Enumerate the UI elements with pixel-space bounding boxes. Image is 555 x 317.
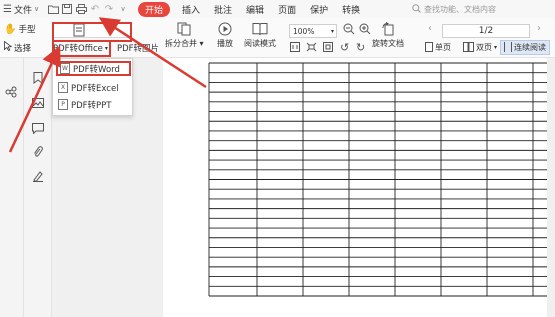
read-mode-button[interactable]: 阅读模式	[244, 22, 276, 49]
select-tool-label: 选择	[14, 43, 32, 54]
bookmark-icon[interactable]	[30, 70, 46, 86]
save-icon[interactable]	[60, 2, 74, 16]
open-folder-icon[interactable]	[46, 2, 60, 16]
document-page	[163, 58, 548, 317]
play-button[interactable]: 播放	[217, 22, 233, 49]
prev-page-icon[interactable]: ‹	[428, 23, 432, 34]
book-icon	[252, 23, 268, 36]
pdf-to-word-item[interactable]: W PDF转Word	[56, 61, 131, 76]
tab-convert[interactable]: 转换	[342, 3, 360, 16]
continuous-read-label: 连续阅读	[514, 43, 546, 52]
double-page-label: 双页	[476, 43, 492, 52]
select-tool-button[interactable]: 选择	[4, 40, 32, 54]
split-merge-icon	[177, 22, 191, 36]
comment-icon[interactable]	[30, 120, 46, 136]
print-icon[interactable]	[74, 2, 88, 16]
pdf-to-excel-item[interactable]: X PDF转Excel	[56, 80, 131, 95]
tab-protect[interactable]: 保护	[310, 3, 328, 16]
signature-icon[interactable]	[30, 168, 46, 184]
continuous-read-toggle[interactable]: 连续阅读	[500, 40, 550, 55]
single-page-icon	[425, 41, 433, 54]
pdf-to-office-dropdown: W PDF转Word X PDF转Excel P PDF转PPT	[52, 58, 133, 116]
split-merge-label: 拆分合并	[165, 39, 197, 48]
rotate-doc-label: 旋转文档	[372, 39, 404, 48]
caret-down-icon: ▾	[330, 27, 334, 35]
zoom-out-icon[interactable]	[343, 23, 355, 35]
search-placeholder: 查找功能、文档内容	[424, 4, 496, 14]
tab-annotate[interactable]: 批注	[214, 3, 232, 16]
rotate-right-icon[interactable]: ↻	[356, 41, 365, 54]
menu-bar: ☰ 文件 ∨ ↶ ↷ ∨ 开始 插入 批注 编辑 页面 保护 转换 查找功能、文…	[0, 0, 555, 18]
hand-tool-label: 手型	[18, 25, 36, 35]
play-label: 播放	[217, 39, 233, 48]
vertical-scrollbar[interactable]	[547, 58, 555, 317]
page-number-input[interactable]: 1/2	[442, 24, 530, 38]
highlight-convert-icon-box	[52, 22, 132, 42]
play-icon	[218, 22, 232, 36]
excel-doc-icon: X	[58, 82, 68, 93]
zoom-in-icon[interactable]	[359, 23, 371, 35]
rotate-doc-icon	[381, 22, 393, 36]
zoom-select[interactable]: 100% ▾	[289, 24, 337, 38]
tab-start[interactable]: 开始	[138, 1, 171, 17]
highlight-pdf-to-office-box	[52, 40, 111, 57]
table-grid	[208, 62, 548, 297]
split-merge-button[interactable]: 拆分合并 ▾	[165, 22, 204, 49]
pdf-to-image-label: PDF转图片	[117, 44, 160, 54]
double-page-icon	[463, 41, 474, 54]
cursor-icon	[4, 40, 13, 54]
left-side-panel	[24, 58, 52, 317]
rotate-left-icon[interactable]: ↺	[340, 41, 349, 54]
search-icon	[412, 3, 421, 15]
pdf-to-excel-label: PDF转Excel	[71, 83, 119, 94]
continuous-read-icon	[504, 41, 512, 54]
share-icon[interactable]	[3, 84, 19, 100]
attachment-icon[interactable]	[30, 144, 46, 160]
single-page-toggle[interactable]: 单页	[422, 40, 454, 55]
file-menu-label: 文件	[13, 5, 32, 16]
caret-down-icon: ▾	[494, 44, 498, 51]
double-page-toggle[interactable]: 双页 ▾	[460, 40, 500, 55]
hamburger-icon: ☰	[3, 3, 12, 15]
page-indicator: 1/2	[478, 26, 494, 36]
rotate-doc-button[interactable]: 旋转文档	[372, 22, 404, 49]
search-input[interactable]: 查找功能、文档内容	[412, 2, 550, 16]
read-mode-label: 阅读模式	[244, 39, 276, 48]
left-nav-strip	[0, 58, 24, 317]
zoom-value: 100%	[293, 26, 315, 36]
image-icon[interactable]	[30, 95, 46, 111]
single-page-label: 单页	[435, 43, 451, 52]
pdf-to-ppt-item[interactable]: P PDF转PPT	[56, 97, 131, 112]
actual-size-icon[interactable]	[323, 42, 333, 52]
redo-icon[interactable]: ↷	[102, 2, 116, 16]
hand-tool-button[interactable]: ✋ 手型	[4, 23, 36, 36]
file-menu[interactable]: ☰ 文件 ∨	[0, 3, 46, 16]
word-doc-icon: W	[60, 63, 70, 74]
tab-insert[interactable]: 插入	[182, 3, 200, 16]
chevron-down-icon[interactable]: ∨	[116, 2, 130, 16]
tab-edit[interactable]: 编辑	[246, 3, 264, 16]
fit-page-icon[interactable]	[290, 42, 300, 52]
ppt-doc-icon: P	[58, 99, 68, 110]
undo-icon[interactable]: ↶	[88, 2, 102, 16]
tab-page[interactable]: 页面	[278, 3, 296, 16]
chevron-down-icon: ∨	[33, 5, 40, 13]
hand-icon: ✋	[4, 23, 17, 35]
next-page-icon[interactable]: ›	[537, 23, 541, 34]
pdf-to-image-button[interactable]: PDF转图片	[117, 42, 159, 54]
fit-width-icon[interactable]	[306, 42, 317, 52]
pdf-to-word-label: PDF转Word	[73, 64, 120, 75]
pdf-to-ppt-label: PDF转PPT	[71, 100, 112, 111]
